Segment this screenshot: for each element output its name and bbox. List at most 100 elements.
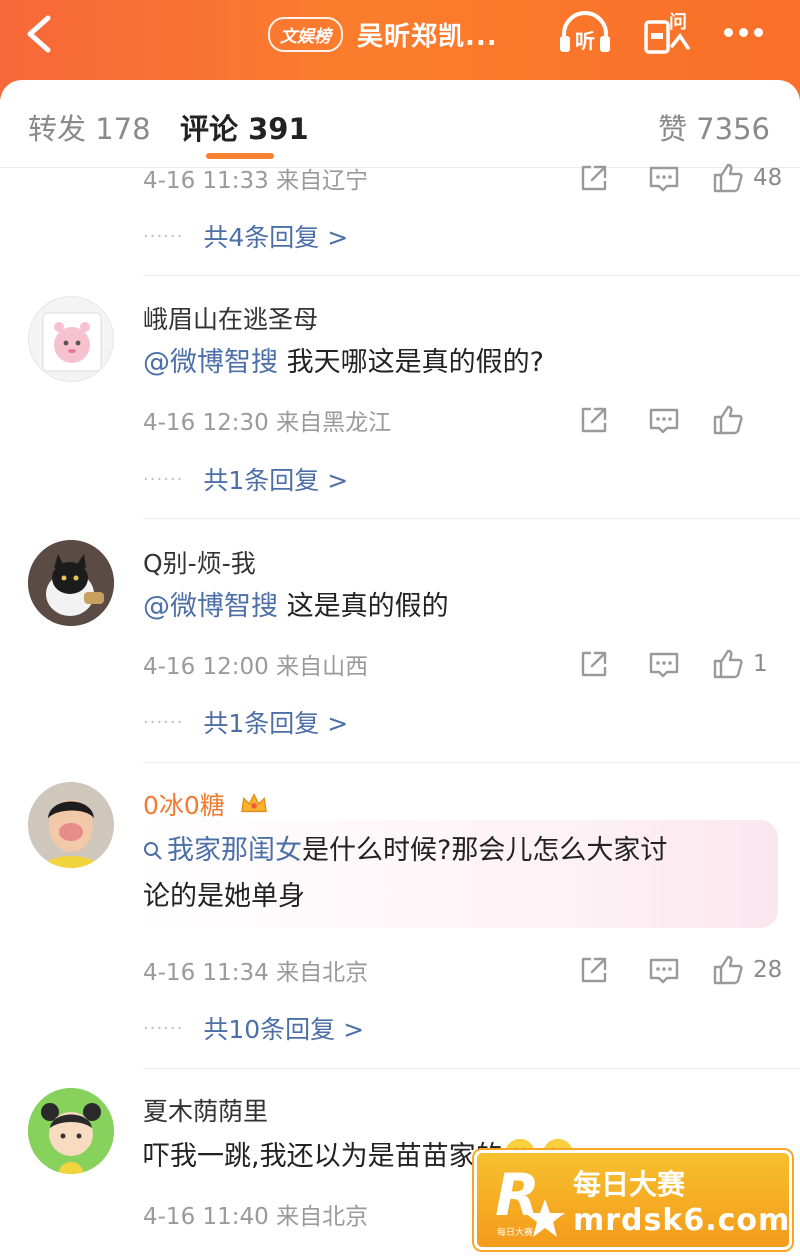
avatar-image: [28, 540, 114, 626]
comment-actions: 48: [577, 158, 783, 198]
comment-username[interactable]: 0冰0糖: [143, 786, 269, 822]
avatar[interactable]: [28, 296, 114, 382]
comment-text: @微博智搜 我天哪这是真的假的?: [143, 340, 763, 386]
reply-count: 共4条回复 >: [203, 223, 349, 252]
thumbs-up-icon: [711, 161, 745, 195]
topic-link[interactable]: 我家那闺女: [143, 835, 302, 866]
divider: [143, 275, 800, 276]
comment-actions: [577, 400, 783, 440]
share-icon: [577, 403, 611, 437]
comment-username[interactable]: Q别-烦-我: [143, 544, 256, 580]
tab-comment[interactable]: 评论 391: [180, 106, 309, 148]
comment-meta: 4-16 12:00 来自山西 1: [143, 644, 783, 684]
avatar-image: [28, 782, 114, 868]
svg-text:听: 听: [575, 29, 595, 53]
comment-icon: [647, 403, 681, 437]
comment-body: 吓我一跳,我还以为是苗苗家的: [143, 1141, 503, 1172]
like-button[interactable]: 1: [711, 647, 783, 681]
divider: [143, 518, 800, 519]
thumbs-up-icon: [711, 403, 745, 437]
share-icon: [577, 647, 611, 681]
comment-time-location: 4-16 11:34 来自北京: [143, 960, 369, 986]
tab-repost[interactable]: 转发 178: [28, 106, 151, 148]
hot-list-badge: 文娱榜: [268, 16, 343, 52]
share-button[interactable]: [577, 647, 611, 681]
back-button[interactable]: [18, 10, 62, 58]
chevron-left-icon: [27, 15, 51, 53]
like-count: 1: [753, 651, 768, 677]
reply-button[interactable]: [647, 647, 681, 681]
comment-meta: 4-16 11:33 来自辽宁 48: [143, 158, 783, 198]
watermark-title: 每日大赛: [573, 1168, 686, 1201]
divider: [143, 1068, 800, 1069]
more-button[interactable]: [724, 20, 774, 44]
comment-time-location: 4-16 11:33 来自辽宁: [143, 168, 369, 194]
svg-text:每日大赛: 每日大赛: [497, 1226, 533, 1238]
headphones-icon: 听: [560, 11, 610, 53]
vip-crown-icon: [240, 793, 267, 813]
search-icon: [144, 842, 162, 860]
watermark-banner: R 每日大赛 每日大赛 mrdsk6.com: [474, 1150, 792, 1250]
comment-icon: [647, 647, 681, 681]
avatar[interactable]: [28, 540, 114, 626]
comment-text: 我家那闺女是什么时候?那会儿怎么大家讨论的是她单身: [143, 828, 763, 920]
thumbs-up-icon: [711, 953, 745, 987]
comment-username[interactable]: 夏木荫荫里: [143, 1092, 268, 1128]
reply-dots: ······: [143, 468, 184, 490]
comment-time-location: 4-16 12:00 来自山西: [143, 654, 369, 680]
comment-meta: 4-16 12:30 来自黑龙江: [143, 400, 783, 440]
reply-count: 共1条回复 >: [203, 466, 349, 495]
like-button[interactable]: 48: [711, 161, 783, 195]
comment-body: 论的是她单身: [143, 881, 305, 912]
comment-body: 我天哪这是真的假的?: [278, 347, 544, 378]
reply-dots: ······: [143, 1017, 184, 1039]
tab-like[interactable]: 赞 7356: [658, 106, 770, 148]
listen-button[interactable]: 听: [556, 8, 614, 58]
title-area[interactable]: 文娱榜 吴昕郑凯...: [268, 14, 498, 54]
mention-link[interactable]: @微博智搜: [143, 591, 278, 622]
view-replies-link[interactable]: ······ 共10条回复 >: [143, 1008, 364, 1048]
comment-actions: 28: [577, 950, 783, 990]
comment-meta: 4-16 11:34 来自北京 28: [143, 950, 783, 990]
tab-bar: 转发 178 评论 391 赞 7356: [0, 80, 800, 168]
comment-body: 是什么时候?那会儿怎么大家讨: [302, 835, 668, 866]
comment-text: @微博智搜 这是真的假的: [143, 584, 763, 630]
like-button[interactable]: 28: [711, 953, 783, 987]
share-icon: [577, 953, 611, 987]
comment-body: 这是真的假的: [286, 591, 449, 622]
like-count: 48: [753, 165, 783, 191]
reply-count: 共10条回复 >: [203, 1015, 365, 1044]
share-button[interactable]: [577, 953, 611, 987]
divider: [143, 762, 800, 763]
share-icon: [577, 161, 611, 195]
comment-actions: 1: [577, 644, 783, 684]
share-button[interactable]: [577, 403, 611, 437]
share-button[interactable]: [577, 161, 611, 195]
view-replies-link[interactable]: ······ 共1条回复 >: [143, 702, 348, 742]
more-dot-icon: [739, 27, 748, 37]
reply-button[interactable]: [647, 953, 681, 987]
comment-time-location: 4-16 12:30 来自黑龙江: [143, 410, 392, 436]
more-dot-icon: [754, 27, 763, 37]
red-packet-ask-icon: 问: [644, 12, 690, 54]
comment-icon: [647, 953, 681, 987]
comment-username[interactable]: 峨眉山在逃圣母: [143, 300, 318, 336]
reply-button[interactable]: [647, 403, 681, 437]
avatar[interactable]: [28, 1088, 114, 1174]
like-button[interactable]: [711, 403, 783, 437]
reply-button[interactable]: [647, 161, 681, 195]
comment-time-location: 4-16 11:40 来自北京: [143, 1204, 369, 1230]
avatar[interactable]: [28, 782, 114, 868]
watermark-url: mrdsk6.com: [573, 1203, 791, 1238]
avatar-image: [28, 1088, 114, 1174]
watermark-logo: R 每日大赛: [495, 1161, 565, 1238]
comment-icon: [647, 161, 681, 195]
avatar-image: [42, 312, 102, 372]
view-replies-link[interactable]: ······ 共4条回复 >: [143, 216, 348, 256]
mention-link[interactable]: @微博智搜: [143, 347, 278, 378]
ask-button[interactable]: 问: [640, 6, 696, 58]
thumbs-up-icon: [711, 647, 745, 681]
page-title: 吴昕郑凯...: [357, 21, 498, 52]
reply-dots: ······: [143, 225, 184, 247]
view-replies-link[interactable]: ······ 共1条回复 >: [143, 459, 348, 499]
